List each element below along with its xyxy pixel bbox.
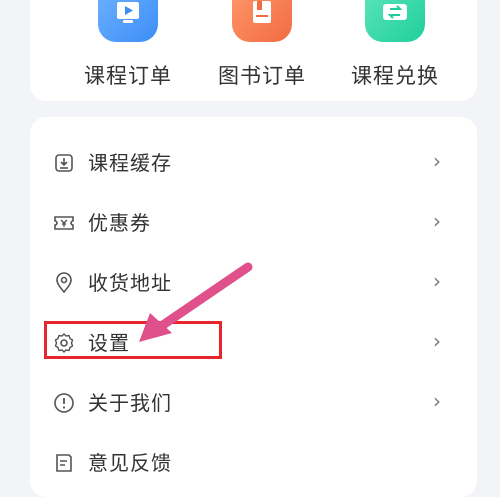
chevron-right-icon: › xyxy=(433,149,441,173)
course-order-label: 课程订单 xyxy=(84,64,172,88)
location-pin-icon xyxy=(56,272,72,294)
chevron-right-icon: › xyxy=(433,329,441,353)
course-order-icon xyxy=(98,0,158,42)
book-order-label: 图书订单 xyxy=(218,64,306,88)
course-exchange-button[interactable]: 课程兑换 xyxy=(325,0,465,101)
course-order-button[interactable]: 课程订单 xyxy=(58,0,198,101)
chevron-right-icon: › xyxy=(433,269,441,293)
menu-item-coupon[interactable]: 优惠券 › xyxy=(30,193,477,253)
menu-item-label: 关于我们 xyxy=(88,391,172,415)
book-order-button[interactable]: 图书订单 xyxy=(192,0,332,101)
chevron-right-icon: › xyxy=(433,389,441,413)
menu-item-feedback[interactable]: 意见反馈 xyxy=(30,433,477,493)
menu-list-card: 课程缓存 › 优惠券 › 收货地址 › 设置 › 关于我们 › 意见反馈 xyxy=(30,117,477,497)
chevron-right-icon: › xyxy=(433,209,441,233)
menu-item-label: 意见反馈 xyxy=(88,451,172,475)
settings-highlight-box xyxy=(44,321,222,359)
download-icon xyxy=(55,154,73,172)
feedback-icon xyxy=(56,454,72,472)
menu-item-label: 优惠券 xyxy=(88,211,151,235)
menu-item-shipping-address[interactable]: 收货地址 › xyxy=(30,253,477,313)
exchange-icon xyxy=(365,0,425,42)
menu-item-label: 收货地址 xyxy=(88,271,172,295)
menu-item-course-cache[interactable]: 课程缓存 › xyxy=(30,133,477,193)
menu-item-about-us[interactable]: 关于我们 › xyxy=(30,373,477,433)
coupon-icon xyxy=(54,216,74,230)
book-order-icon xyxy=(232,0,292,42)
menu-item-label: 课程缓存 xyxy=(88,151,172,175)
course-exchange-label: 课程兑换 xyxy=(351,64,439,88)
quick-actions-card: 课程订单 图书订单 课程兑换 xyxy=(30,0,477,101)
info-circle-icon xyxy=(54,393,74,413)
